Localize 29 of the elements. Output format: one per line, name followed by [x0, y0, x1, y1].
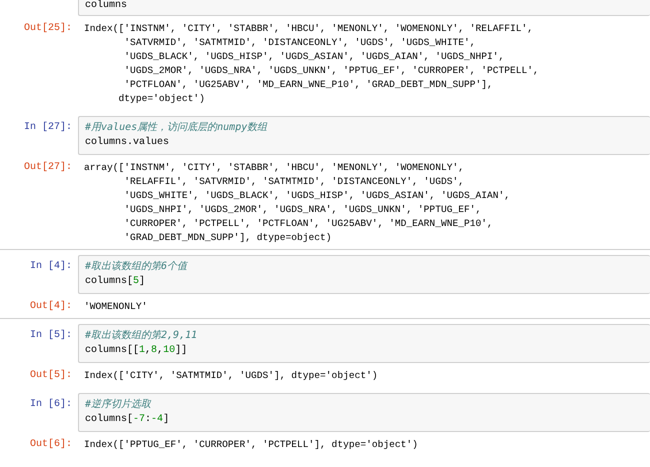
output-line: dtype='object') [118, 92, 206, 106]
output-line: 'UGDS_WHITE', 'UGDS_BLACK', 'UGDS_HISP', 'UGDS_ASIAN', 'UGDS_AIAN', [123, 189, 512, 203]
output-line: Index(['PPTUG_EF', 'CURROPER', 'PCTPELL'], dtype='object') [84, 438, 419, 452]
output-line: 'CURROPER', 'PCTPELL', 'PCTFLOAN', 'UG25ABV', 'MD_EARN_WNE_P10', [123, 217, 494, 231]
input-prompt: In [5]: [28, 328, 73, 343]
output-line: Index(['CITY', 'SATMTMID', 'UGDS'], dtype='object') [84, 369, 379, 383]
output-line: 'GRAD_DEBT_MDN_SUPP'], dtype=object) [123, 231, 333, 245]
output-line: 'UGDS_2MOR', 'UGDS_NRA', 'UGDS_UNKN', 'PPTUG_EF', 'CURROPER', 'PCTPELL', [123, 64, 540, 78]
output-prompt: Out[4]: [28, 300, 73, 314]
output-line: 'UGDS_BLACK', 'UGDS_HISP', 'UGDS_ASIAN', 'UGDS_AIAN', 'UGDS_NHPI', [123, 50, 506, 64]
input-prompt: In [27]: [22, 120, 73, 135]
output-prompt: Out[25]: [22, 22, 73, 36]
code-input[interactable]: #用values属性，访问底层的numpy数组 columns.values [78, 116, 650, 155]
input-prompt: In [4]: [28, 260, 73, 274]
output-line: 'PCTFLOAN', 'UG25ABV', 'MD_EARN_WNE_P10', 'GRAD_DEBT_MDN_SUPP'], [123, 78, 494, 92]
output-line: 'UGDS_NHPI', 'UGDS_2MOR', 'UGDS_NRA', 'UGDS_UNKN', 'PPTUG_EF', [123, 203, 482, 217]
output-prompt: Out[6]: [28, 438, 73, 452]
output-prompt: Out[27]: [22, 161, 73, 175]
output-line: 'SATVRMID', 'SATMTMID', 'DISTANCEONLY', 'UGDS', 'UGDS_WHITE', [123, 36, 476, 50]
code-input[interactable]: #逆序切片选取 columns[-7:-4] [78, 393, 650, 432]
output-line: array(['INSTNM', 'CITY', 'STABBR', 'HBCU', 'MENONLY', 'WOMENONLY', [84, 161, 465, 175]
input-prompt: In [6]: [28, 398, 73, 412]
output-line: 'RELAFFIL', 'SATVRMID', 'SATMTMID', 'DISTANCEONLY', 'UGDS', [123, 175, 465, 189]
output-line: Index(['INSTNM', 'CITY', 'STABBR', 'HBCU', 'MENONLY', 'WOMENONLY', 'RELAFFIL', [84, 22, 534, 36]
code-input[interactable]: #取出该数组的第2,9,11 columns[[1,8,10]] [78, 324, 650, 363]
code-input[interactable]: columns [78, 0, 650, 16]
code-input[interactable]: #取出该数组的第6个值 columns[5] [78, 255, 650, 294]
output-prompt: Out[5]: [28, 369, 73, 383]
output-line: 'WOMENONLY' [84, 300, 148, 314]
